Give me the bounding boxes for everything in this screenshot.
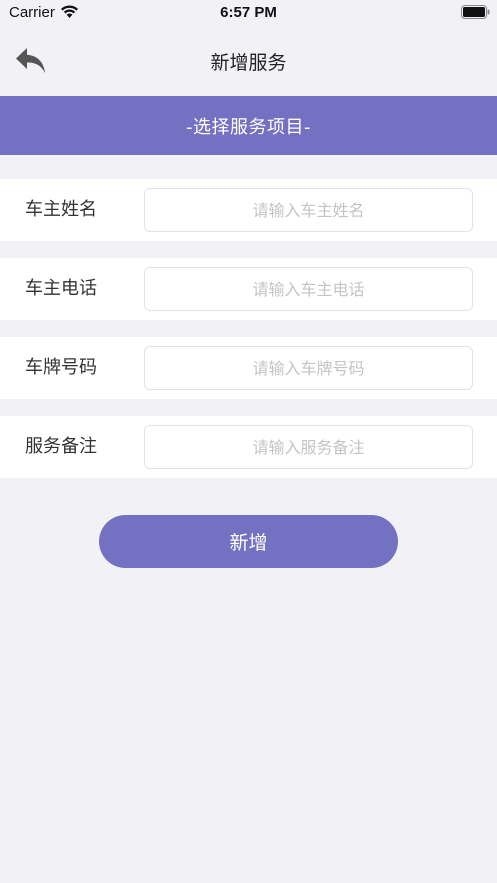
- plate-number-row: 车牌号码: [0, 337, 497, 399]
- select-service-label: -选择服务项目-: [186, 116, 311, 138]
- service-note-label: 服务备注: [25, 436, 97, 457]
- service-note-row: 服务备注: [0, 416, 497, 478]
- add-button[interactable]: 新增: [99, 515, 398, 568]
- plate-number-input[interactable]: [144, 346, 473, 390]
- plate-number-label: 车牌号码: [25, 357, 97, 378]
- owner-name-row: 车主姓名: [0, 179, 497, 241]
- owner-name-input[interactable]: [144, 188, 473, 232]
- owner-phone-row: 车主电话: [0, 258, 497, 320]
- clock-time: 6:57 PM: [220, 4, 277, 21]
- owner-phone-input[interactable]: [144, 267, 473, 311]
- add-service-screen: Carrier 6:57 PM 新增服务 -选择服务项目- 车主姓名 车主电话: [0, 0, 497, 883]
- status-bar: Carrier 6:57 PM: [0, 0, 497, 26]
- select-service-button[interactable]: -选择服务项目-: [0, 96, 497, 155]
- navigation-bar: 新增服务: [0, 30, 497, 92]
- battery-icon: [461, 5, 490, 19]
- owner-phone-label: 车主电话: [25, 278, 97, 299]
- page-title: 新增服务: [210, 52, 287, 74]
- service-note-input[interactable]: [144, 425, 473, 469]
- owner-name-label: 车主姓名: [25, 199, 97, 220]
